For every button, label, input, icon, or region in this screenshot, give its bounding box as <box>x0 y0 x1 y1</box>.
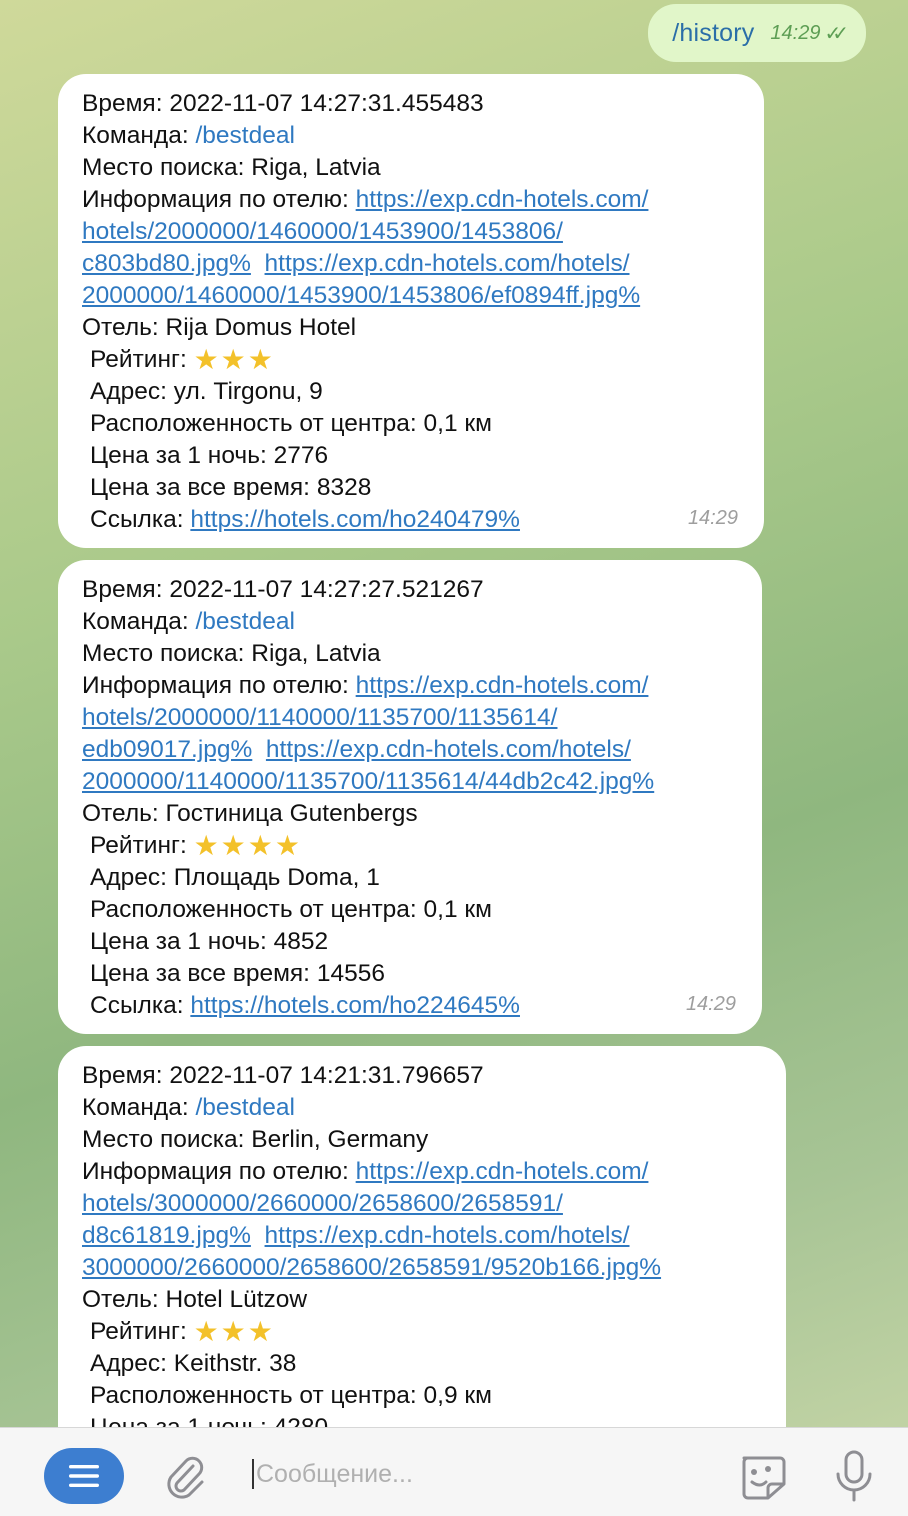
star-icons: ★★★ <box>193 1316 275 1347</box>
photo-link[interactable]: 2000000/1140000/1135700/1135614/44db2c42… <box>82 768 654 795</box>
info-row: Информация по отелю: https://exp.cdn-hot… <box>82 672 649 699</box>
command-row: Команда: /bestdeal <box>82 1094 295 1121</box>
photo-link[interactable]: https://exp.cdn-hotels.com/hotels/ <box>265 1222 630 1249</box>
address-row: Адрес: Keithstr. 38 <box>90 1350 297 1377</box>
outgoing-message-time: 14:29 <box>770 21 821 44</box>
photo-link[interactable]: c803bd80.jpg% <box>82 250 251 277</box>
time-row: Время: 2022-11-07 14:27:31.455483 <box>82 90 484 117</box>
command-link[interactable]: /bestdeal <box>195 122 294 149</box>
outgoing-message[interactable]: /history 14:29 ✓✓ <box>648 4 866 62</box>
command-row: Команда: /bestdeal <box>82 608 295 635</box>
menu-icon <box>69 1465 99 1487</box>
hotel-row: Отель: Гостиница Gutenbergs <box>82 800 418 827</box>
message-input[interactable]: Сообщение... <box>252 1454 692 1494</box>
photo-link[interactable]: https://exp.cdn-hotels.com/ <box>356 1158 649 1185</box>
message-time: 14:29 <box>685 993 736 1015</box>
microphone-icon[interactable] <box>832 1448 876 1506</box>
link-row: Ссылка: https://hotels.com/ho240479% <box>90 506 520 533</box>
place-row: Место поиска: Riga, Latvia <box>82 640 381 667</box>
composer-bar: Сообщение... <box>0 1427 908 1516</box>
address-row: Адрес: Площадь Doma, 1 <box>90 864 380 891</box>
photo-link[interactable]: d8c61819.jpg% <box>82 1222 251 1249</box>
distance-row: Расположенность от центра: 0,1 км <box>90 410 492 437</box>
hotel-row: Отель: Hotel Lützow <box>82 1286 308 1313</box>
info-row: Информация по отелю: https://exp.cdn-hot… <box>82 1158 649 1185</box>
paperclip-icon[interactable] <box>160 1452 208 1500</box>
command-link[interactable]: /bestdeal <box>195 608 294 635</box>
hotel-link[interactable]: https://hotels.com/ho240479% <box>190 506 520 533</box>
rating-row: Рейтинг: ★★★ <box>90 1316 275 1347</box>
sticker-icon[interactable] <box>736 1452 788 1502</box>
text-caret <box>252 1459 254 1489</box>
distance-row: Расположенность от центра: 0,1 км <box>90 896 492 923</box>
chat-area[interactable]: /history 14:29 ✓✓ Время: 2022-11-07 14:2… <box>0 0 908 1428</box>
photo-link[interactable]: https://exp.cdn-hotels.com/hotels/ <box>265 250 630 277</box>
distance-row: Расположенность от центра: 0,9 км <box>90 1382 492 1409</box>
message-placeholder: Сообщение... <box>256 1459 413 1488</box>
menu-button[interactable] <box>44 1448 124 1504</box>
history-message[interactable]: Время: 2022-11-07 14:27:31.455483 Команд… <box>58 74 764 548</box>
command-link[interactable]: /bestdeal <box>195 1094 294 1121</box>
info-row: Информация по отелю: https://exp.cdn-hot… <box>82 186 649 213</box>
outgoing-message-text: /history <box>672 18 755 47</box>
photo-link[interactable]: hotels/2000000/1460000/1453900/1453806/ <box>82 218 563 245</box>
hotel-link[interactable]: https://hotels.com/ho224645% <box>190 992 520 1019</box>
hotel-row: Отель: Rija Domus Hotel <box>82 314 357 341</box>
place-row: Место поиска: Riga, Latvia <box>82 154 381 181</box>
price-night-row: Цена за 1 ночь: 4280 <box>90 1414 329 1428</box>
star-icons: ★★★ <box>193 344 275 375</box>
time-row: Время: 2022-11-07 14:27:27.521267 <box>82 576 484 603</box>
price-night-row: Цена за 1 ночь: 2776 <box>90 442 329 469</box>
command-row: Команда: /bestdeal <box>82 122 295 149</box>
price-night-row: Цена за 1 ночь: 4852 <box>90 928 329 955</box>
photo-link[interactable]: hotels/3000000/2660000/2658600/2658591/ <box>82 1190 563 1217</box>
photo-link[interactable]: https://exp.cdn-hotels.com/ <box>356 186 649 213</box>
double-check-icon: ✓✓ <box>824 22 848 45</box>
place-row: Место поиска: Berlin, Germany <box>82 1126 429 1153</box>
photo-link[interactable]: https://exp.cdn-hotels.com/hotels/ <box>266 736 631 763</box>
photo-link[interactable]: 2000000/1460000/1453900/1453806/ef0894ff… <box>82 282 640 309</box>
rating-row: Рейтинг: ★★★★ <box>90 830 302 861</box>
photo-link[interactable]: hotels/2000000/1140000/1135700/1135614/ <box>82 704 557 731</box>
history-message[interactable]: Время: 2022-11-07 14:21:31.796657 Команд… <box>58 1046 786 1428</box>
message-time: 14:29 <box>687 507 738 529</box>
history-message[interactable]: Время: 2022-11-07 14:27:27.521267 Команд… <box>58 560 762 1034</box>
address-row: Адрес: ул. Tirgonu, 9 <box>90 378 323 405</box>
rating-row: Рейтинг: ★★★ <box>90 344 275 375</box>
price-total-row: Цена за все время: 8328 <box>90 474 372 501</box>
photo-link[interactable]: https://exp.cdn-hotels.com/ <box>356 672 649 699</box>
photo-link[interactable]: 3000000/2660000/2658600/2658591/9520b166… <box>82 1254 661 1281</box>
link-row: Ссылка: https://hotels.com/ho224645% <box>90 992 520 1019</box>
time-row: Время: 2022-11-07 14:21:31.796657 <box>82 1062 484 1089</box>
star-icons: ★★★★ <box>193 830 302 861</box>
photo-link[interactable]: edb09017.jpg% <box>82 736 252 763</box>
price-total-row: Цена за все время: 14556 <box>90 960 385 987</box>
